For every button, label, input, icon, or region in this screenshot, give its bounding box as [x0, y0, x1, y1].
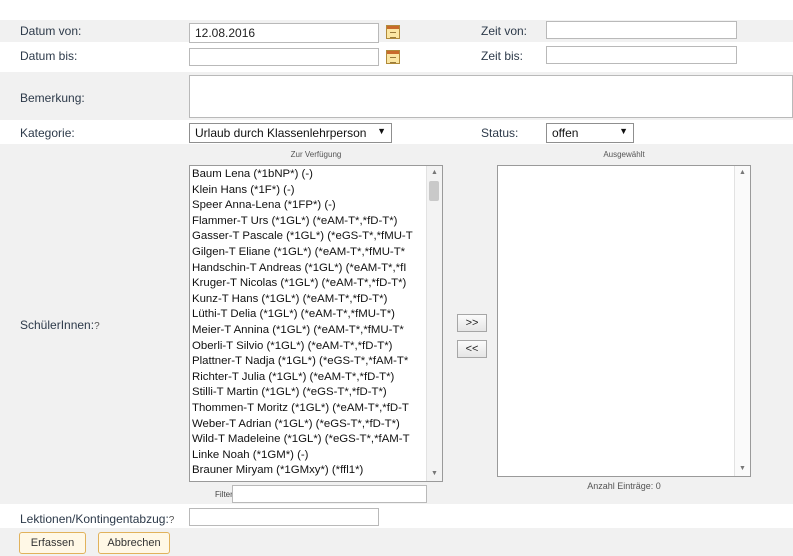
schueler-label: SchülerInnen:? [20, 318, 100, 332]
filter-input[interactable] [232, 485, 427, 503]
available-list-scrollbar[interactable]: ▲ ▼ [426, 166, 442, 481]
datum-bis-calendar-icon[interactable] [386, 50, 400, 64]
datum-bis-field[interactable] [189, 48, 379, 66]
list-item[interactable]: Meier-T Annina (*1GL*) (*eAM-T*,*fMU-T* [192, 323, 426, 339]
schueler-help-link[interactable]: ? [94, 321, 100, 332]
list-item[interactable]: Lüthi-T Delia (*1GL*) (*eAM-T*,*fMU-T*) [192, 307, 426, 323]
list-item[interactable]: Handschin-T Andreas (*1GL*) (*eAM-T*,*fI [192, 261, 426, 277]
lektionen-field[interactable] [189, 508, 379, 526]
available-students-list[interactable]: Baum Lena (*1bNP*) (-) Klein Hans (*1F*) … [189, 165, 443, 482]
list-item[interactable]: Kruger-T Nicolas (*1GL*) (*eAM-T*,*fD-T*… [192, 276, 426, 292]
kategorie-label: Kategorie: [20, 126, 75, 140]
list-item[interactable]: Weber-T Adrian (*1GL*) (*eGS-T*,*fD-T*) [192, 417, 426, 433]
kategorie-select[interactable]: Urlaub durch Klassenlehrperson ▼ [189, 123, 392, 143]
list-item[interactable]: Brauner Miryam (*1GMxy*) (*ffl1*) [192, 463, 426, 479]
list-item[interactable]: Speer Anna-Lena (*1FP*) (-) [192, 198, 426, 214]
datum-von-label: Datum von: [20, 24, 82, 38]
schueler-label-text: SchülerInnen: [20, 318, 95, 332]
list-item[interactable]: Richter-T Julia (*1GL*) (*eAM-T*,*fD-T*) [192, 370, 426, 386]
datum-von-calendar-icon[interactable] [386, 25, 400, 39]
remove-selected-button[interactable]: << [457, 340, 487, 358]
add-selected-button[interactable]: >> [457, 314, 487, 332]
list-item[interactable]: Gasser-T Pascale (*1GL*) (*eGS-T*,*fMU-T [192, 229, 426, 245]
status-label: Status: [481, 126, 519, 140]
scroll-down-icon[interactable]: ▼ [735, 462, 750, 476]
submit-button[interactable]: Erfassen [19, 532, 86, 554]
chevron-down-icon: ▼ [377, 126, 386, 136]
list-item[interactable]: Kunz-T Hans (*1GL*) (*eAM-T*,*fD-T*) [192, 292, 426, 308]
list-item[interactable]: Linke Noah (*1GM*) (-) [192, 448, 426, 464]
bemerkung-field[interactable] [189, 75, 793, 118]
scroll-up-icon[interactable]: ▲ [427, 166, 442, 180]
list-item[interactable]: Gilgen-T Eliane (*1GL*) (*eAM-T*,*fMU-T* [192, 245, 426, 261]
lektionen-label-text: Lektionen/Kontingentabzug: [20, 512, 169, 526]
scroll-down-icon[interactable]: ▼ [427, 467, 442, 481]
selected-students-list[interactable]: ▲ ▼ [497, 165, 751, 477]
chevron-down-icon: ▼ [619, 126, 628, 136]
lektionen-label: Lektionen/Kontingentabzug:? [20, 512, 174, 526]
scroll-up-icon[interactable]: ▲ [735, 166, 750, 180]
zeit-von-field[interactable] [546, 21, 737, 39]
list-item[interactable]: Baum Lena (*1bNP*) (-) [192, 167, 426, 183]
datum-bis-label: Datum bis: [20, 49, 78, 63]
datum-von-field[interactable] [189, 23, 379, 43]
list-item[interactable]: Oberli-T Silvio (*1GL*) (*eAM-T*,*fD-T*) [192, 339, 426, 355]
list-item[interactable]: Stilli-T Martin (*1GL*) (*eGS-T*,*fD-T*) [192, 385, 426, 401]
scrollbar-thumb[interactable] [429, 181, 439, 201]
list-item[interactable]: Klein Hans (*1F*) (-) [192, 183, 426, 199]
status-select[interactable]: offen ▼ [546, 123, 634, 143]
kategorie-selected-value: Urlaub durch Klassenlehrperson [195, 126, 367, 140]
lektionen-help-link[interactable]: ? [169, 515, 175, 526]
bemerkung-label: Bemerkung: [20, 91, 85, 105]
list-item[interactable]: Thommen-T Moritz (*1GL*) (*eAM-T*,*fD-T [192, 401, 426, 417]
list-item[interactable]: Plattner-T Nadja (*1GL*) (*eGS-T*,*fAM-T… [192, 354, 426, 370]
selected-count: Anzahl Einträge: 0 [587, 481, 661, 491]
selected-caption: Ausgewählt [603, 150, 645, 159]
zeit-bis-field[interactable] [546, 46, 737, 64]
zeit-von-label: Zeit von: [481, 24, 528, 38]
list-item[interactable]: Wild-T Madeleine (*1GL*) (*eGS-T*,*fAM-T [192, 432, 426, 448]
available-students-items: Baum Lena (*1bNP*) (-) Klein Hans (*1F*) … [192, 167, 426, 481]
status-selected-value: offen [552, 126, 579, 140]
cancel-button[interactable]: Abbrechen [98, 532, 170, 554]
zeit-bis-label: Zeit bis: [481, 49, 524, 63]
list-item[interactable]: Flammer-T Urs (*1GL*) (*eAM-T*,*fD-T*) [192, 214, 426, 230]
available-caption: Zur Verfügung [290, 150, 342, 159]
selected-list-scrollbar[interactable]: ▲ ▼ [734, 166, 750, 476]
